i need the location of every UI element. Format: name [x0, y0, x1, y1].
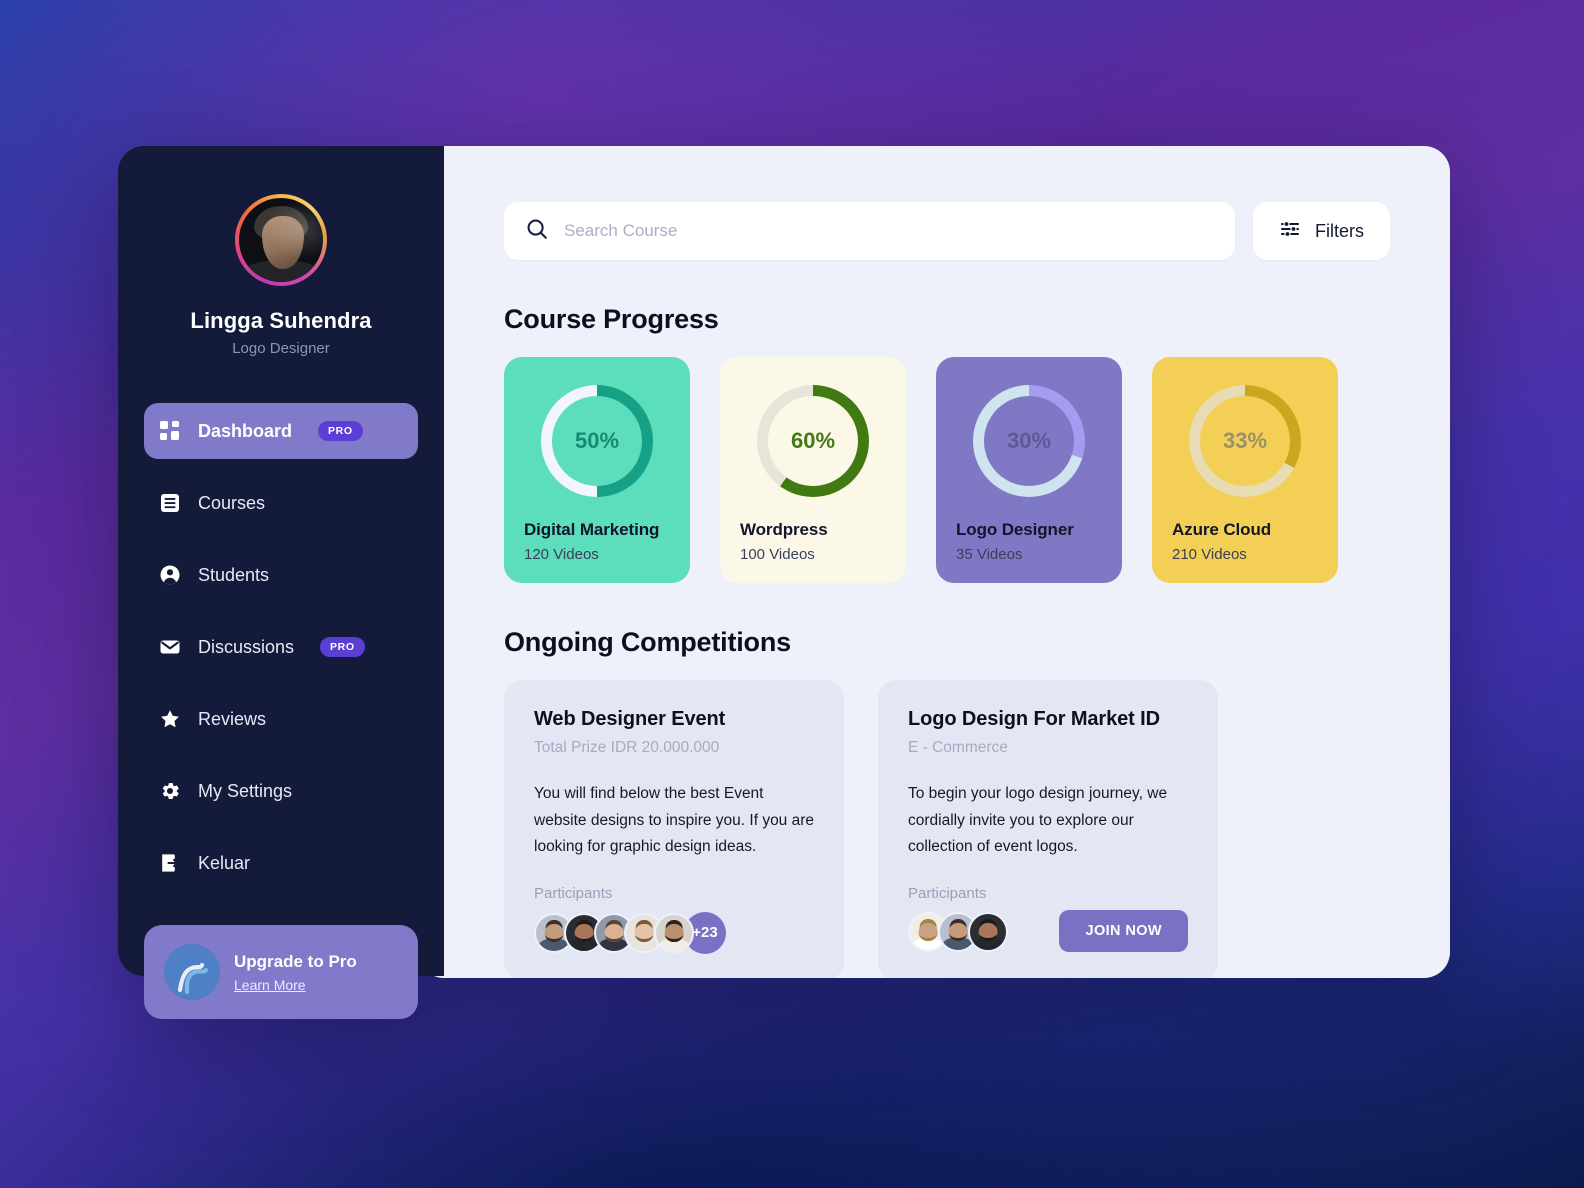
app-window: Lingga Suhendra Logo Designer Dashboard …	[118, 146, 1450, 1019]
user-icon	[158, 563, 182, 587]
sidebar-item-discussions[interactable]: Discussions PRO	[144, 619, 418, 675]
avatar-photo	[239, 198, 323, 282]
competition-card[interactable]: Web Designer Event Total Prize IDR 20.00…	[504, 680, 844, 978]
topbar: Filters	[504, 202, 1390, 260]
profile-name: Lingga Suhendra	[190, 308, 372, 333]
participants-label: Participants	[534, 884, 613, 902]
wave-logo-icon	[164, 944, 220, 1000]
sidebar-item-label: Students	[198, 564, 270, 585]
search-input[interactable]	[564, 221, 1213, 241]
course-progress-card[interactable]: 50% Digital Marketing 120 Videos	[504, 357, 690, 583]
learn-more-link[interactable]: Learn More	[234, 977, 357, 993]
upgrade-title: Upgrade to Pro	[234, 951, 357, 971]
course-card-footer: Digital Marketing 120 Videos	[524, 520, 670, 563]
sidebar-item-label: Courses	[198, 492, 266, 513]
profile-role: Logo Designer	[232, 340, 330, 357]
sidebar-item-label: Keluar	[198, 852, 251, 873]
competitions-grid: Web Designer Event Total Prize IDR 20.00…	[504, 680, 1390, 978]
filters-label: Filters	[1315, 220, 1364, 241]
participant-avatar	[968, 911, 1008, 952]
competition-subtitle: E - Commerce	[908, 739, 1008, 756]
course-progress-title: Course Progress	[504, 304, 719, 334]
course-card-footer: Azure Cloud 210 Videos	[1172, 520, 1318, 563]
sidebar-item-label: Discussions	[198, 636, 295, 657]
course-name: Wordpress	[740, 520, 828, 539]
progress-ring-hole: 50%	[552, 396, 642, 486]
search-icon	[526, 218, 548, 245]
progress-ring: 30%	[973, 385, 1085, 497]
course-name: Digital Marketing	[524, 520, 660, 539]
sidebar-item-label: Dashboard	[198, 420, 293, 441]
sidebar-item-students[interactable]: Students	[144, 547, 418, 603]
course-progress-card[interactable]: 60% Wordpress 100 Videos	[720, 357, 906, 583]
sidebar-item-reviews[interactable]: Reviews	[144, 691, 418, 747]
course-video-count: 35 Videos	[956, 546, 1023, 563]
sidebar-item-label: My Settings	[198, 780, 293, 801]
course-name: Logo Designer	[956, 520, 1074, 539]
sidebar-item-keluar[interactable]: Keluar	[144, 835, 418, 891]
course-video-count: 100 Videos	[740, 546, 815, 563]
sidebar-item-my-settings[interactable]: My Settings	[144, 763, 418, 819]
sidebar-item-label: Reviews	[198, 708, 267, 729]
competition-card[interactable]: Logo Design For Market ID E - Commerce T…	[878, 680, 1218, 978]
competition-title: Logo Design For Market ID	[908, 708, 1160, 730]
progress-ring-hole: 60%	[768, 396, 858, 486]
pro-badge: PRO	[318, 421, 363, 441]
competition-footer: +23	[534, 902, 814, 954]
progress-ring: 33%	[1189, 385, 1301, 497]
envelope-icon	[158, 635, 182, 659]
upgrade-to-pro-card[interactable]: Upgrade to Pro Learn More	[144, 925, 418, 1019]
progress-percent: 30%	[1006, 428, 1052, 453]
progress-percent: 60%	[790, 428, 836, 453]
participants-label: Participants	[908, 884, 987, 902]
logout-icon	[158, 851, 182, 875]
participant-avatars	[908, 911, 1008, 952]
list-icon	[158, 491, 182, 515]
progress-percent: 33%	[1222, 428, 1268, 453]
competition-description: To begin your logo design journey, we co…	[908, 785, 1168, 856]
sliders-icon	[1279, 218, 1301, 245]
course-video-count: 120 Videos	[524, 546, 599, 563]
sidebar-nav: Dashboard PRO Courses Students Discussio…	[118, 403, 444, 891]
course-progress-card[interactable]: 33% Azure Cloud 210 Videos	[1152, 357, 1338, 583]
grid-icon	[158, 419, 182, 443]
upgrade-text: Upgrade to Pro Learn More	[234, 952, 357, 993]
course-card-footer: Wordpress 100 Videos	[740, 520, 886, 563]
star-icon	[158, 707, 182, 731]
progress-percent: 50%	[574, 428, 620, 453]
main-content: Filters Course Progress 50% Digital Mark…	[418, 146, 1450, 978]
competition-title: Web Designer Event	[534, 708, 726, 730]
sidebar-item-courses[interactable]: Courses	[144, 475, 418, 531]
filters-button[interactable]: Filters	[1253, 202, 1390, 260]
sidebar: Lingga Suhendra Logo Designer Dashboard …	[118, 146, 444, 1019]
competition-subtitle: Total Prize IDR 20.000.000	[534, 739, 720, 756]
competition-footer: JOIN NOW	[908, 902, 1188, 952]
search-bar[interactable]	[504, 202, 1235, 260]
progress-ring-hole: 33%	[1200, 396, 1290, 486]
progress-ring-hole: 30%	[984, 396, 1074, 486]
progress-ring: 50%	[541, 385, 653, 497]
participant-avatars: +23	[534, 911, 726, 954]
pro-badge: PRO	[320, 637, 365, 657]
course-progress-grid: 50% Digital Marketing 120 Videos 60% Wor…	[504, 357, 1390, 583]
ongoing-competitions-title: Ongoing Competitions	[504, 627, 791, 657]
participant-avatar	[654, 912, 694, 953]
avatar	[235, 194, 327, 286]
sidebar-item-dashboard[interactable]: Dashboard PRO	[144, 403, 418, 459]
course-video-count: 210 Videos	[1172, 546, 1247, 563]
profile-block: Lingga Suhendra Logo Designer	[118, 194, 444, 357]
join-now-button[interactable]: JOIN NOW	[1059, 909, 1188, 952]
course-card-footer: Logo Designer 35 Videos	[956, 520, 1102, 563]
progress-ring: 60%	[757, 385, 869, 497]
course-progress-card[interactable]: 30% Logo Designer 35 Videos	[936, 357, 1122, 583]
course-name: Azure Cloud	[1172, 520, 1272, 539]
competition-description: You will find below the best Event websi…	[534, 785, 815, 856]
gear-icon	[158, 779, 182, 803]
